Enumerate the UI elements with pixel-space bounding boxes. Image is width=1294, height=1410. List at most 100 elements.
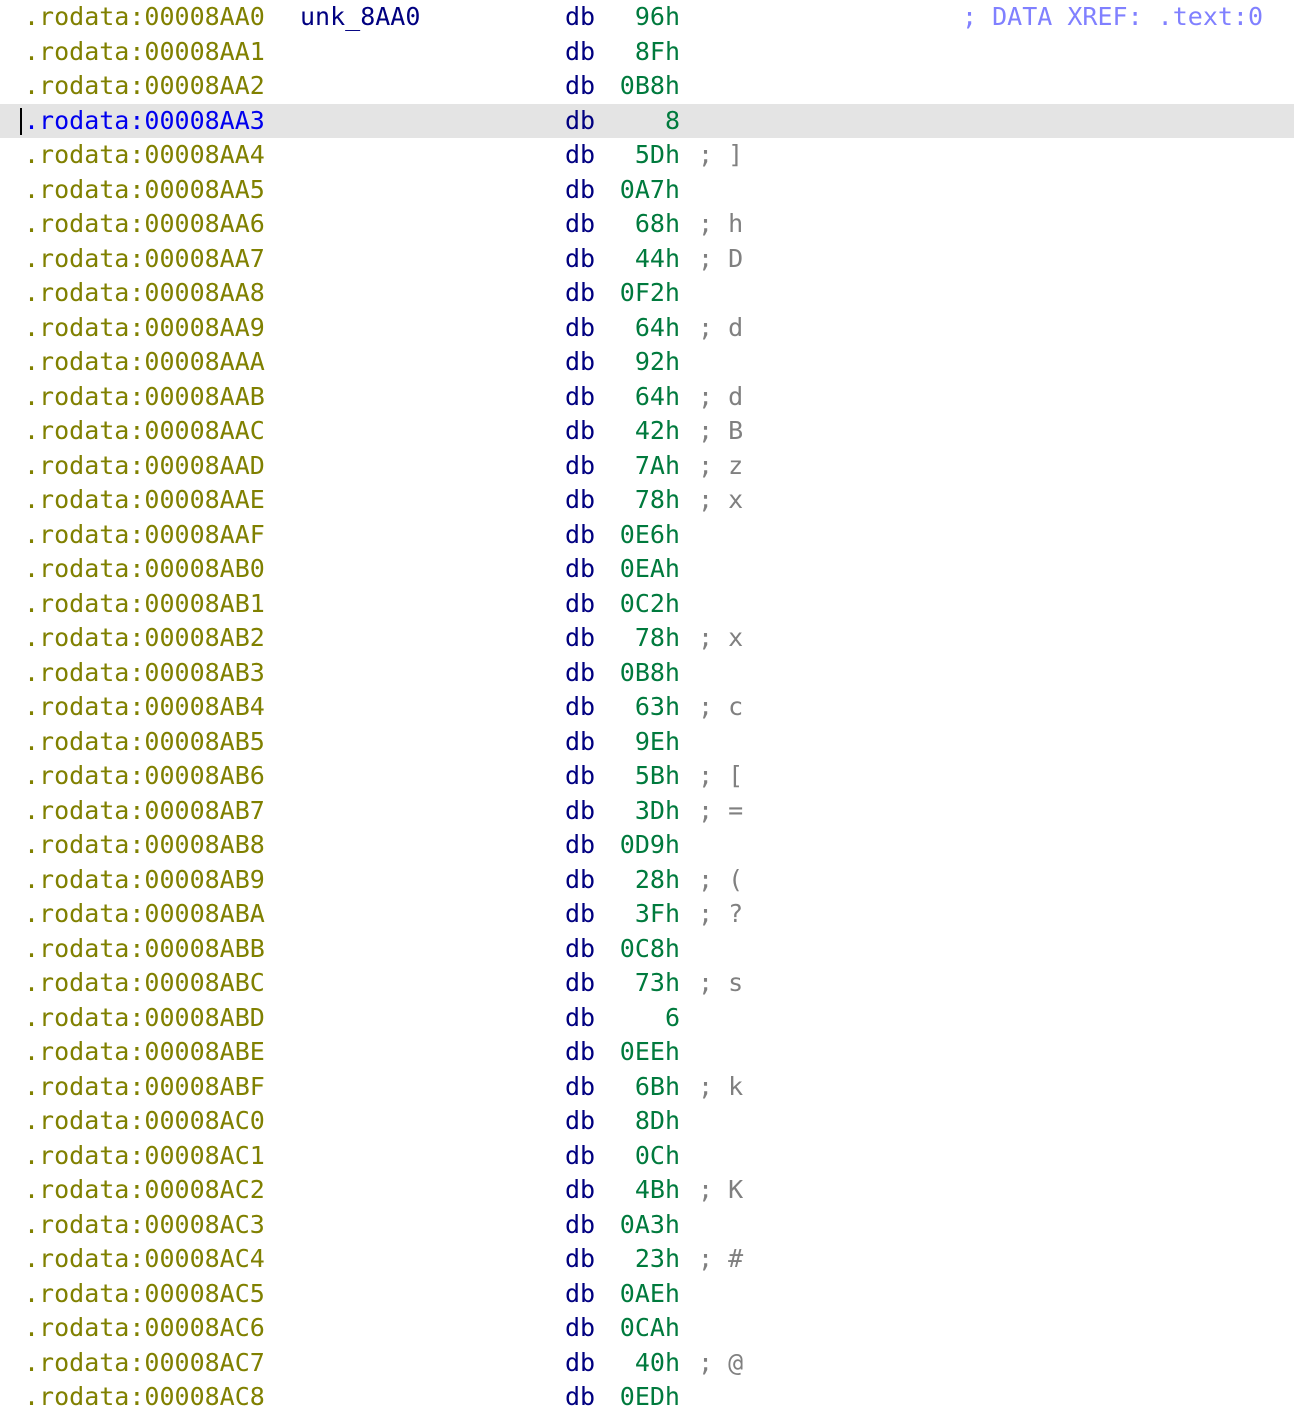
- operand-value[interactable]: 5Dh: [598, 138, 680, 173]
- address-label[interactable]: .rodata:00008AA8: [24, 276, 265, 311]
- address-label[interactable]: .rodata:00008AB2: [24, 621, 265, 656]
- listing-row[interactable]: .rodata:00008AB5 db 9Eh: [0, 725, 1294, 760]
- address-label[interactable]: .rodata:00008AA4: [24, 138, 265, 173]
- address-label[interactable]: .rodata:00008AA5: [24, 173, 265, 208]
- operand-value[interactable]: 0A7h: [598, 173, 680, 208]
- address-label[interactable]: .rodata:00008AAF: [24, 518, 265, 553]
- address-label[interactable]: .rodata:00008ABE: [24, 1035, 265, 1070]
- operand-value[interactable]: 9Eh: [598, 725, 680, 760]
- listing-row[interactable]: .rodata:00008AB2 db 78h ; x: [0, 621, 1294, 656]
- operand-value[interactable]: 0C8h: [598, 932, 680, 967]
- listing-row[interactable]: .rodata:00008AC1 db 0Ch: [0, 1139, 1294, 1174]
- listing-row[interactable]: .rodata:00008AC8 db 0EDh: [0, 1380, 1294, 1410]
- operand-value[interactable]: 0C2h: [598, 587, 680, 622]
- address-label[interactable]: .rodata:00008AAB: [24, 380, 265, 415]
- operand-value[interactable]: 96h: [598, 0, 680, 35]
- listing-row[interactable]: .rodata:00008AA4 db 5Dh ; ]: [0, 138, 1294, 173]
- listing-row[interactable]: .rodata:00008AA1 db 8Fh: [0, 35, 1294, 70]
- address-label[interactable]: .rodata:00008AAA: [24, 345, 265, 380]
- listing-row[interactable]: .rodata:00008AC3 db 0A3h: [0, 1208, 1294, 1243]
- listing-row[interactable]: .rodata:00008AB6 db 5Bh ; [: [0, 759, 1294, 794]
- address-label[interactable]: .rodata:00008AA0: [24, 0, 265, 35]
- listing-row[interactable]: .rodata:00008AAE db 78h ; x: [0, 483, 1294, 518]
- operand-value[interactable]: 40h: [598, 1346, 680, 1381]
- listing-row[interactable]: .rodata:00008AC0 db 8Dh: [0, 1104, 1294, 1139]
- listing-row[interactable]: .rodata:00008ABD db 6: [0, 1001, 1294, 1036]
- listing-row[interactable]: .rodata:00008AC5 db 0AEh: [0, 1277, 1294, 1312]
- listing-row[interactable]: .rodata:00008AB8 db 0D9h: [0, 828, 1294, 863]
- address-label[interactable]: .rodata:00008AA2: [24, 69, 265, 104]
- address-label[interactable]: .rodata:00008ABB: [24, 932, 265, 967]
- address-label[interactable]: .rodata:00008AC6: [24, 1311, 265, 1346]
- operand-value[interactable]: 4Bh: [598, 1173, 680, 1208]
- address-label[interactable]: .rodata:00008AB1: [24, 587, 265, 622]
- listing-row[interactable]: .rodata:00008AC4 db 23h ; #: [0, 1242, 1294, 1277]
- listing-row[interactable]: .rodata:00008AAF db 0E6h: [0, 518, 1294, 553]
- address-label[interactable]: .rodata:00008AC2: [24, 1173, 265, 1208]
- operand-value[interactable]: 63h: [598, 690, 680, 725]
- address-label[interactable]: .rodata:00008AA7: [24, 242, 265, 277]
- address-label[interactable]: .rodata:00008AAD: [24, 449, 265, 484]
- address-label[interactable]: .rodata:00008AB9: [24, 863, 265, 898]
- data-label-name[interactable]: unk_8AA0: [300, 0, 420, 35]
- address-label[interactable]: .rodata:00008AB5: [24, 725, 265, 760]
- operand-value[interactable]: 23h: [598, 1242, 680, 1277]
- operand-value[interactable]: 92h: [598, 345, 680, 380]
- operand-value[interactable]: 44h: [598, 242, 680, 277]
- listing-row[interactable]: .rodata:00008AAC db 42h ; B: [0, 414, 1294, 449]
- address-label[interactable]: .rodata:00008AB8: [24, 828, 265, 863]
- listing-row[interactable]: .rodata:00008AB1 db 0C2h: [0, 587, 1294, 622]
- address-label[interactable]: .rodata:00008AC1: [24, 1139, 265, 1174]
- listing-row[interactable]: .rodata:00008AC7 db 40h ; @: [0, 1346, 1294, 1381]
- operand-value[interactable]: 0EEh: [598, 1035, 680, 1070]
- operand-value[interactable]: 64h: [598, 311, 680, 346]
- operand-value[interactable]: 0EDh: [598, 1380, 680, 1410]
- listing-row[interactable]: .rodata:00008AC6 db 0CAh: [0, 1311, 1294, 1346]
- listing-row[interactable]: .rodata:00008AA5 db 0A7h: [0, 173, 1294, 208]
- listing-row[interactable]: .rodata:00008ABB db 0C8h: [0, 932, 1294, 967]
- address-label[interactable]: .rodata:00008AA3: [24, 104, 265, 139]
- operand-value[interactable]: 0F2h: [598, 276, 680, 311]
- address-label[interactable]: .rodata:00008ABA: [24, 897, 265, 932]
- address-label[interactable]: .rodata:00008AB7: [24, 794, 265, 829]
- listing-row[interactable]: .rodata:00008AA2 db 0B8h: [0, 69, 1294, 104]
- address-label[interactable]: .rodata:00008AB3: [24, 656, 265, 691]
- listing-row[interactable]: .rodata:00008ABC db 73h ; s: [0, 966, 1294, 1001]
- listing-row[interactable]: .rodata:00008AB7 db 3Dh ; =: [0, 794, 1294, 829]
- operand-value[interactable]: 73h: [598, 966, 680, 1001]
- operand-value[interactable]: 0B8h: [598, 656, 680, 691]
- operand-value[interactable]: 0Ch: [598, 1139, 680, 1174]
- address-label[interactable]: .rodata:00008AC4: [24, 1242, 265, 1277]
- listing-row[interactable]: .rodata:00008AB3 db 0B8h: [0, 656, 1294, 691]
- listing-row[interactable]: .rodata:00008AA8 db 0F2h: [0, 276, 1294, 311]
- operand-value[interactable]: 0B8h: [598, 69, 680, 104]
- listing-row[interactable]: .rodata:00008AC2 db 4Bh ; K: [0, 1173, 1294, 1208]
- listing-row[interactable]: .rodata:00008AA7 db 44h ; D: [0, 242, 1294, 277]
- xref-comment[interactable]: ; DATA XREF: .text:0: [962, 0, 1263, 35]
- operand-value[interactable]: 0D9h: [598, 828, 680, 863]
- address-label[interactable]: .rodata:00008ABD: [24, 1001, 265, 1036]
- operand-value[interactable]: 0A3h: [598, 1208, 680, 1243]
- listing-row[interactable]: .rodata:00008ABF db 6Bh ; k: [0, 1070, 1294, 1105]
- operand-value[interactable]: 64h: [598, 380, 680, 415]
- listing-row[interactable]: .rodata:00008AB9 db 28h ; (: [0, 863, 1294, 898]
- address-label[interactable]: .rodata:00008AAE: [24, 483, 265, 518]
- listing-row[interactable]: .rodata:00008AA0 unk_8AA0 ; DATA XREF: .te…: [0, 0, 1294, 35]
- address-label[interactable]: .rodata:00008AC3: [24, 1208, 265, 1243]
- operand-value[interactable]: 8Fh: [598, 35, 680, 70]
- operand-value[interactable]: 3Dh: [598, 794, 680, 829]
- address-label[interactable]: .rodata:00008AA1: [24, 35, 265, 70]
- operand-value[interactable]: 7Ah: [598, 449, 680, 484]
- operand-value[interactable]: 5Bh: [598, 759, 680, 794]
- operand-value[interactable]: 28h: [598, 863, 680, 898]
- address-label[interactable]: .rodata:00008AA9: [24, 311, 265, 346]
- address-label[interactable]: .rodata:00008AB0: [24, 552, 265, 587]
- disassembly-listing[interactable]: .rodata:00008AA0 unk_8AA0 ; DATA XREF: .te…: [0, 0, 1294, 1410]
- listing-row[interactable]: .rodata:00008AB4 db 63h ; c: [0, 690, 1294, 725]
- operand-value[interactable]: 78h: [598, 483, 680, 518]
- operand-value[interactable]: 8: [598, 104, 680, 139]
- listing-row[interactable]: .rodata:00008ABE db 0EEh: [0, 1035, 1294, 1070]
- operand-value[interactable]: 6Bh: [598, 1070, 680, 1105]
- operand-value[interactable]: 3Fh: [598, 897, 680, 932]
- address-label[interactable]: .rodata:00008AC8: [24, 1380, 265, 1410]
